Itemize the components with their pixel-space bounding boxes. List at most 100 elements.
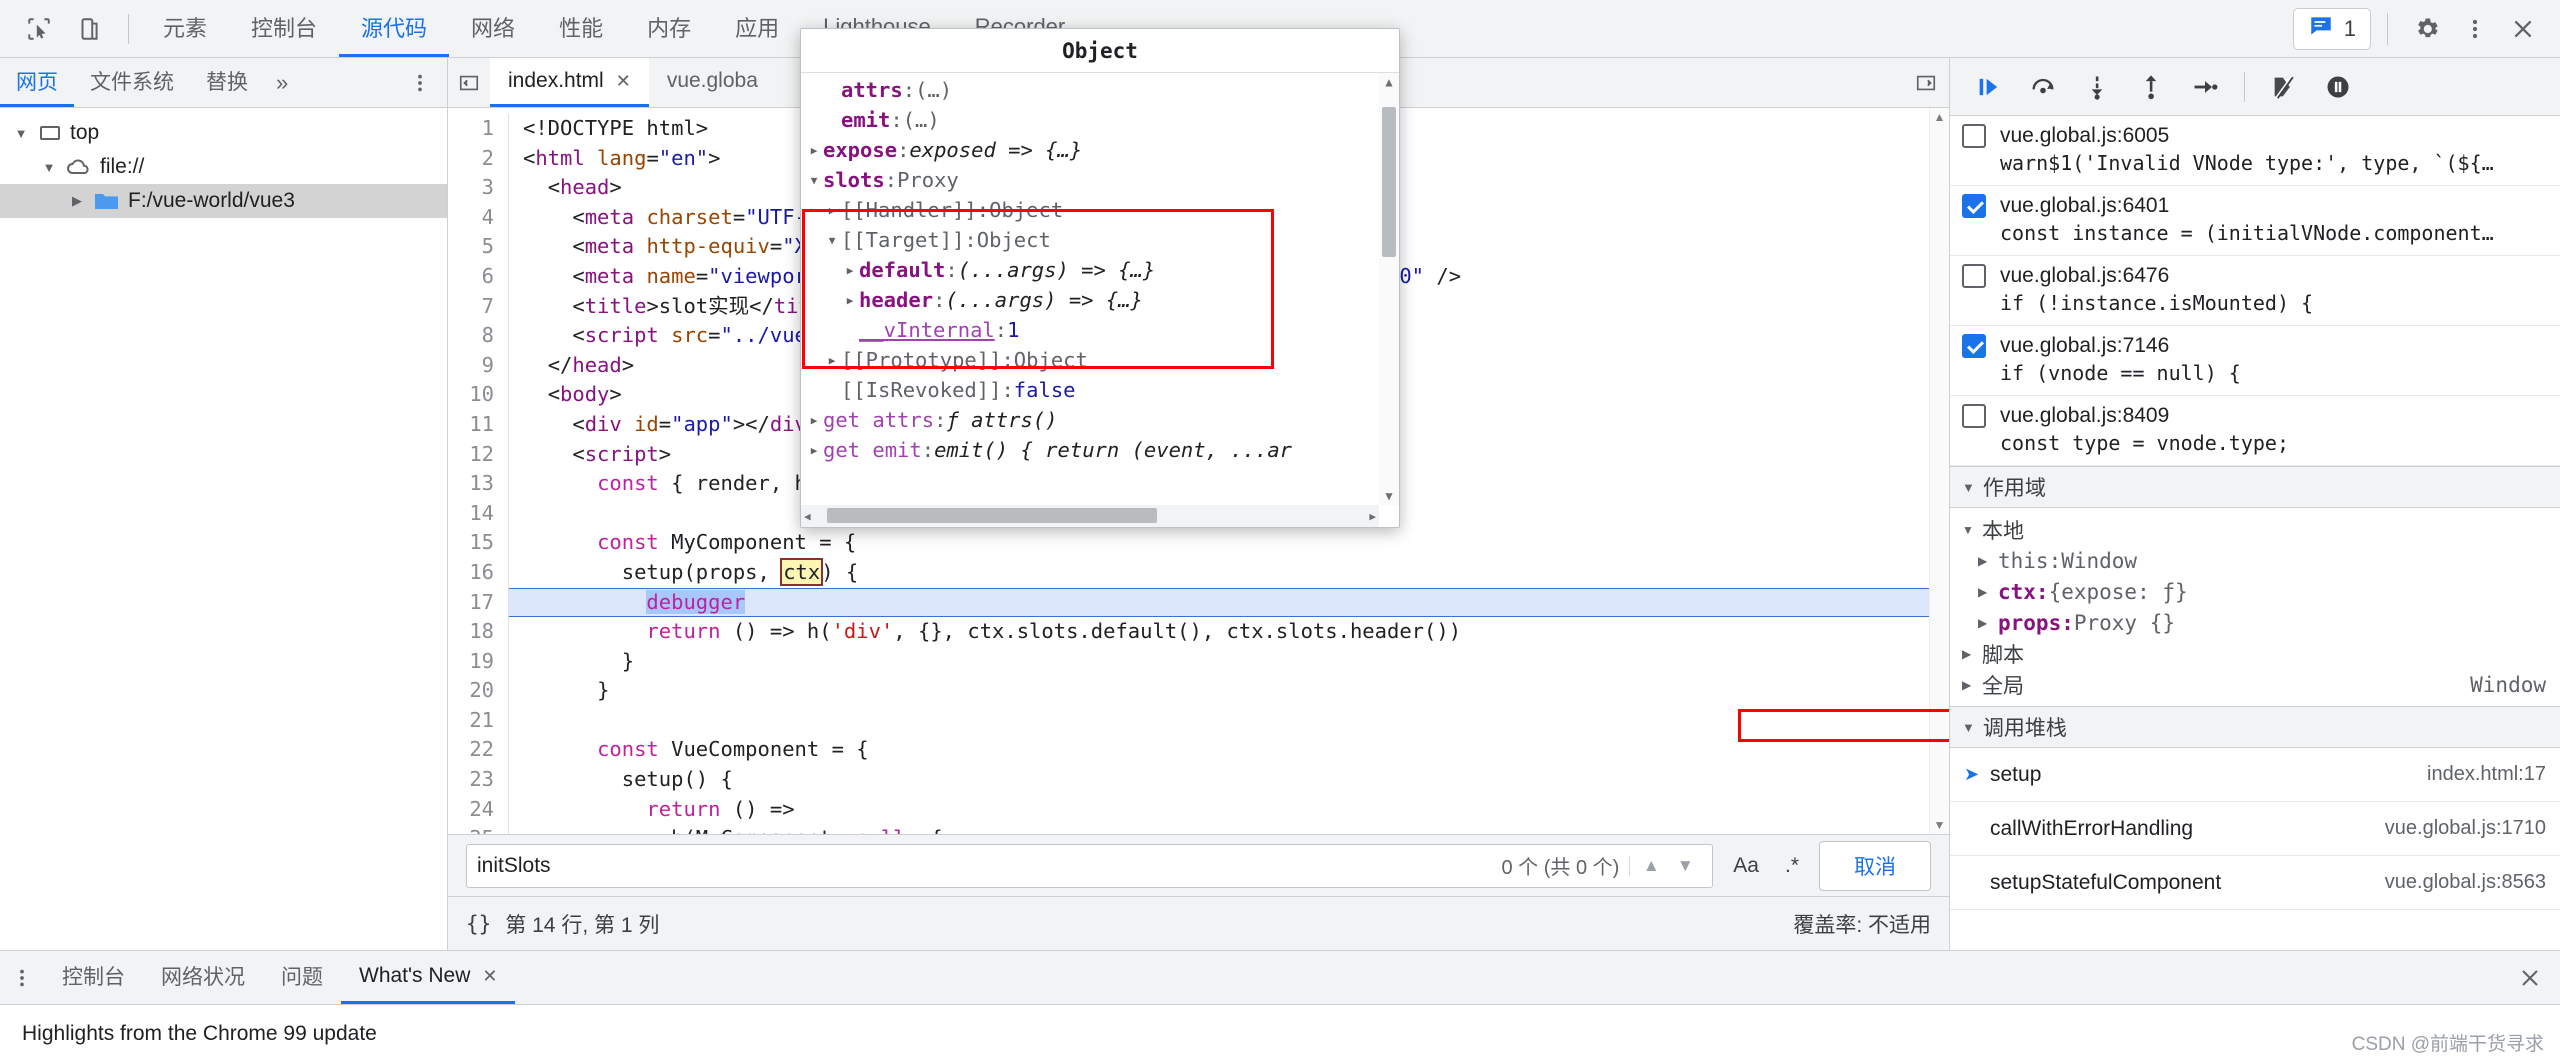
tree-item-0[interactable]: top bbox=[0, 116, 447, 150]
line-number[interactable]: 25 bbox=[448, 824, 508, 834]
line-number[interactable]: 7 bbox=[448, 291, 508, 322]
inspect-cursor-icon[interactable] bbox=[16, 6, 62, 52]
line-content[interactable]: setup() { bbox=[508, 765, 1929, 795]
scroll-up-icon[interactable]: ▲ bbox=[1385, 75, 1392, 89]
navigator-tab-0[interactable]: 网页 bbox=[0, 58, 74, 107]
line-number[interactable]: 6 bbox=[448, 261, 508, 292]
search-input[interactable]: initSlots 0 个 (共 0 个) ▲ ▼ bbox=[466, 843, 1714, 888]
object-preview-popup[interactable]: Object attrs: (…) emit: (…) ▶ expose: expos… bbox=[800, 28, 1400, 528]
popup-property-5[interactable]: ▼ [[Target]]: Object bbox=[801, 225, 1399, 255]
cancel-button[interactable]: 取消 bbox=[1819, 840, 1931, 891]
chevron-right-icon[interactable]: ▶ bbox=[1978, 616, 1998, 630]
line-number[interactable]: 11 bbox=[448, 409, 508, 440]
code-line[interactable]: 17 debugger bbox=[448, 587, 1929, 618]
popup-horizontal-scrollbar[interactable]: ◀ ▶ bbox=[801, 505, 1379, 527]
chevron-right-icon[interactable]: ▶ bbox=[1962, 647, 1982, 661]
line-number[interactable]: 9 bbox=[448, 350, 508, 381]
breakpoint-item-2[interactable]: vue.global.js:6476 if (!instance.isMounte… bbox=[1950, 256, 2560, 326]
scope-row-3[interactable]: ▶ props: Proxy {} bbox=[1950, 607, 2560, 638]
panel-tab-4[interactable]: 性能 bbox=[537, 0, 625, 57]
breakpoint-item-4[interactable]: vue.global.js:8409 const type = vnode.typ… bbox=[1950, 396, 2560, 466]
tree-item-1[interactable]: file:// bbox=[0, 150, 447, 184]
chevron-down-icon[interactable] bbox=[38, 160, 60, 175]
match-case-button[interactable]: Aa bbox=[1727, 854, 1765, 878]
gear-icon[interactable] bbox=[2404, 6, 2450, 52]
line-content[interactable] bbox=[508, 705, 1929, 736]
source-tab-1[interactable]: vue.globa bbox=[649, 58, 776, 107]
drawer-tab-2[interactable]: 问题 bbox=[263, 951, 341, 1004]
tree-item-2[interactable]: F:/vue-world/vue3 bbox=[0, 184, 447, 218]
scroll-down-icon[interactable]: ▼ bbox=[1934, 818, 1946, 832]
chevron-right-icon[interactable]: ▶ bbox=[805, 144, 823, 157]
popup-property-4[interactable]: ▶ [[Handler]]: Object bbox=[801, 195, 1399, 225]
line-number[interactable]: 2 bbox=[448, 143, 508, 174]
line-number[interactable]: 14 bbox=[448, 498, 508, 529]
navigator-tab-1[interactable]: 文件系统 bbox=[74, 58, 190, 107]
code-line[interactable]: 22 const VueComponent = { bbox=[448, 735, 1929, 766]
line-number[interactable]: 19 bbox=[448, 646, 508, 677]
line-content[interactable]: const MyComponent = { bbox=[508, 528, 1929, 558]
popup-property-6[interactable]: ▶ default: (...args) => {…} bbox=[801, 255, 1399, 285]
step-over-icon[interactable] bbox=[2018, 64, 2068, 110]
code-line[interactable]: 19 } bbox=[448, 646, 1929, 677]
close-icon[interactable]: ✕ bbox=[482, 966, 497, 987]
scope-row-4[interactable]: ▶ 脚本 bbox=[1950, 638, 2560, 669]
breakpoint-item-0[interactable]: vue.global.js:6005 warn$1('Invalid VNode … bbox=[1950, 116, 2560, 186]
chevron-right-icon[interactable]: ▶ bbox=[823, 354, 841, 367]
panel-tab-2[interactable]: 源代码 bbox=[339, 0, 450, 57]
breakpoint-item-3[interactable]: vue.global.js:7146 if (vnode == null) { bbox=[1950, 326, 2560, 396]
chevron-right-icon[interactable]: ▶ bbox=[841, 294, 859, 307]
pretty-print-icon[interactable]: {} bbox=[466, 912, 491, 936]
popup-property-11[interactable]: ▶ get attrs: ƒ attrs() bbox=[801, 405, 1399, 435]
chevron-down-icon[interactable]: ▼ bbox=[1962, 523, 1982, 537]
step-out-icon[interactable] bbox=[2126, 64, 2176, 110]
source-tab-0[interactable]: index.html ✕ bbox=[490, 58, 649, 107]
code-line[interactable]: 15 const MyComponent = { bbox=[448, 528, 1929, 558]
popup-property-1[interactable]: emit: (…) bbox=[801, 105, 1399, 135]
chevron-right-icon[interactable]: ▶ bbox=[1962, 678, 1982, 692]
callstack-row-2[interactable]: setupStatefulComponent vue.global.js:8563 bbox=[1950, 856, 2560, 910]
breakpoint-checkbox[interactable] bbox=[1962, 194, 1986, 218]
code-line[interactable]: 21 bbox=[448, 705, 1929, 736]
close-icon[interactable]: ✕ bbox=[616, 71, 631, 92]
code-line[interactable]: 25 h(MyComponent, null, { bbox=[448, 824, 1929, 834]
line-content[interactable]: return () => bbox=[508, 794, 1929, 825]
line-number[interactable]: 16 bbox=[448, 557, 508, 588]
scope-row-1[interactable]: ▶ this: Window bbox=[1950, 545, 2560, 576]
breakpoint-checkbox[interactable] bbox=[1962, 404, 1986, 428]
chevron-down-icon[interactable]: ▼ bbox=[805, 174, 823, 187]
kebab-menu-icon[interactable] bbox=[393, 58, 447, 107]
popup-property-0[interactable]: attrs: (…) bbox=[801, 75, 1399, 105]
line-number[interactable]: 12 bbox=[448, 439, 508, 470]
line-content[interactable]: return () => h('div', {}, ctx.slots.defa… bbox=[508, 617, 1929, 647]
popup-property-7[interactable]: ▶ header: (...args) => {…} bbox=[801, 285, 1399, 315]
line-number[interactable]: 21 bbox=[448, 705, 508, 736]
deactivate-breakpoints-icon[interactable] bbox=[2259, 64, 2309, 110]
drawer-tab-1[interactable]: 网络状况 bbox=[143, 951, 263, 1004]
line-number[interactable]: 22 bbox=[448, 735, 508, 766]
chevron-right-icon[interactable]: ▶ bbox=[823, 204, 841, 217]
callstack-row-1[interactable]: callWithErrorHandling vue.global.js:1710 bbox=[1950, 802, 2560, 856]
breakpoint-item-1[interactable]: vue.global.js:6401 const instance = (init… bbox=[1950, 186, 2560, 256]
resume-icon[interactable] bbox=[1964, 64, 2014, 110]
line-number[interactable]: 24 bbox=[448, 794, 508, 825]
scroll-up-icon[interactable]: ▲ bbox=[1934, 110, 1946, 124]
chevron-right-icon[interactable]: ▶ bbox=[1978, 554, 1998, 568]
breakpoint-checkbox[interactable] bbox=[1962, 264, 1986, 288]
scroll-down-icon[interactable]: ▼ bbox=[1385, 489, 1392, 503]
line-number[interactable]: 5 bbox=[448, 232, 508, 262]
editor-vertical-scrollbar[interactable]: ▲ ▼ bbox=[1929, 108, 1949, 834]
device-toolbar-icon[interactable] bbox=[66, 6, 112, 52]
line-content[interactable]: h(MyComponent, null, { bbox=[508, 824, 1929, 834]
drawer-tab-0[interactable]: 控制台 bbox=[44, 951, 143, 1004]
line-content[interactable]: setup(props, ctx) { bbox=[508, 557, 1929, 588]
popup-horizontal-thumb[interactable] bbox=[827, 508, 1157, 523]
navigator-tab-2[interactable]: 替换 bbox=[190, 58, 264, 107]
panel-tab-1[interactable]: 控制台 bbox=[229, 0, 339, 57]
line-content[interactable]: const VueComponent = { bbox=[508, 735, 1929, 766]
line-number[interactable]: 17 bbox=[448, 587, 508, 618]
popup-property-8[interactable]: __vInternal: 1 bbox=[801, 315, 1399, 345]
code-line[interactable]: 23 setup() { bbox=[448, 765, 1929, 795]
close-icon[interactable] bbox=[2500, 951, 2560, 1004]
code-line[interactable]: 18 return () => h('div', {}, ctx.slots.d… bbox=[448, 617, 1929, 647]
